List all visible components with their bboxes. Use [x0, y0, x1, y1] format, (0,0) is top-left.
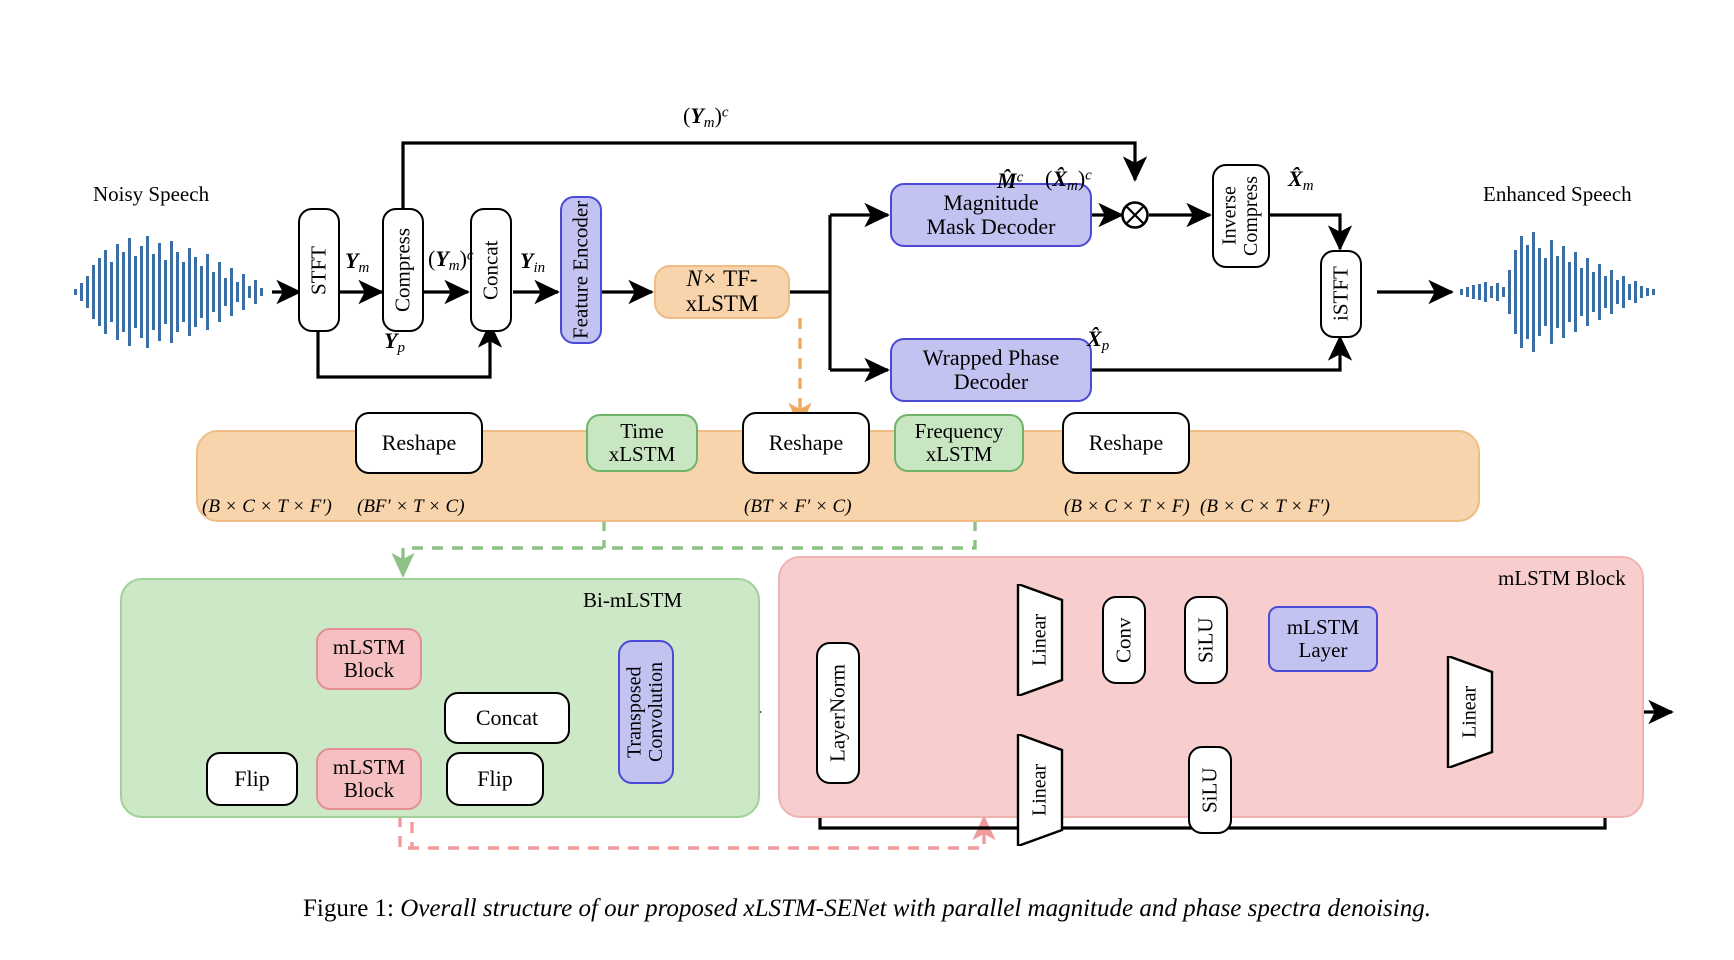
- label-x-hat-p: X̂p: [1087, 326, 1110, 355]
- node-linear-out[interactable]: Linear: [1444, 656, 1496, 768]
- shape-after-reshape-1: (BF′ × T × C): [357, 496, 465, 517]
- node-flip-in[interactable]: Flip: [206, 752, 298, 806]
- node-silu-top[interactable]: SiLU: [1184, 596, 1228, 684]
- shape-after-reshape-3: (B × C × T × F): [1064, 496, 1190, 517]
- label-x-hat-m-c: (X̂m)c: [1045, 166, 1092, 195]
- label-y-m-c: (Ym)c: [428, 246, 474, 275]
- node-stft-label: STFT: [306, 245, 331, 295]
- inverse-compress-label: Inverse Compress: [1218, 176, 1262, 256]
- node-reshape-2-label: Reshape: [768, 430, 844, 456]
- enhanced-speech-waveform: [1460, 232, 1655, 352]
- node-compress-label: Compress: [390, 228, 415, 312]
- node-concat-top-label: Concat: [478, 240, 503, 300]
- node-compress[interactable]: Compress: [382, 208, 424, 332]
- node-inverse-compress[interactable]: Inverse Compress: [1212, 164, 1270, 268]
- node-mlstm-block-bottom[interactable]: mLSTM Block: [316, 748, 422, 810]
- node-flip-out[interactable]: Flip: [446, 752, 544, 806]
- node-concat-top[interactable]: Concat: [470, 208, 512, 332]
- frequency-xlstm-line1: Frequency: [914, 419, 1004, 444]
- mlstm-block-top-line2: Block: [343, 658, 395, 682]
- bi-mlstm-group-title: Bi-mLSTM: [583, 588, 683, 612]
- node-layernorm[interactable]: LayerNorm: [816, 642, 860, 784]
- node-reshape-3-label: Reshape: [1088, 430, 1164, 456]
- node-silu-bottom[interactable]: SiLU: [1188, 746, 1232, 834]
- label-y-p: Yp: [384, 328, 405, 357]
- wrapped-phase-decoder-line1: Wrapped Phase: [922, 345, 1060, 371]
- node-concat-bimlstm[interactable]: Concat: [444, 692, 570, 744]
- node-wrapped-phase-decoder[interactable]: Wrapped Phase Decoder: [890, 338, 1092, 402]
- node-mlstm-layer[interactable]: mLSTM Layer: [1268, 606, 1378, 672]
- tf-xlstm-count: N×: [686, 266, 718, 292]
- label-y-in: Yin: [520, 248, 546, 277]
- figure-caption-text: Overall structure of our proposed xLSTM-…: [400, 895, 1431, 922]
- node-mlstm-block-top[interactable]: mLSTM Block: [316, 628, 422, 690]
- node-linear-top[interactable]: Linear: [1014, 584, 1066, 696]
- mlstm-block-bottom-line1: mLSTM: [332, 755, 406, 780]
- node-frequency-xlstm[interactable]: Frequency xLSTM: [894, 414, 1024, 472]
- node-istft[interactable]: iSTFT: [1320, 250, 1362, 338]
- node-layernorm-label: LayerNorm: [825, 664, 850, 762]
- inverse-compress-line1: Inverse: [1218, 186, 1241, 246]
- multiply-op-top: [1121, 201, 1149, 229]
- noisy-speech-label: Noisy Speech: [93, 182, 210, 206]
- figure-caption-prefix: Figure 1:: [303, 895, 394, 922]
- node-tf-xlstm[interactable]: N× TF-xLSTM: [654, 265, 790, 319]
- mlstm-block-group-title: mLSTM Block: [1498, 566, 1626, 590]
- node-silu-top-label: SiLU: [1193, 617, 1218, 663]
- mlstm-layer-line1: mLSTM: [1286, 615, 1360, 640]
- node-reshape-1-label: Reshape: [381, 430, 457, 456]
- node-stft[interactable]: STFT: [298, 208, 340, 332]
- label-y-m-c-skip: (Ym)c: [683, 103, 729, 132]
- figure-caption: Figure 1: Overall structure of our propo…: [0, 895, 1734, 923]
- enhanced-speech-label: Enhanced Speech: [1483, 182, 1632, 206]
- time-xlstm-line2: xLSTM: [608, 442, 676, 466]
- label-x-hat-m: X̂m: [1288, 166, 1314, 195]
- label-m-hat-c: M̂c: [997, 168, 1024, 193]
- node-feature-encoder[interactable]: Feature Encoder: [560, 196, 602, 344]
- magnitude-mask-decoder-line2: Mask Decoder: [926, 214, 1056, 239]
- noisy-speech-waveform: [74, 236, 263, 348]
- figure-canvas: Bi-mLSTM mLSTM Block Noisy Speech Enhanc…: [0, 0, 1734, 960]
- node-feature-encoder-label: Feature Encoder: [568, 200, 593, 340]
- shape-output: (B × C × T × F′): [1200, 496, 1330, 517]
- node-tf-xlstm-label: N× TF-xLSTM: [656, 266, 788, 317]
- inverse-compress-line2: Compress: [1240, 176, 1262, 256]
- node-transposed-convolution[interactable]: Transposed Convolution: [618, 640, 674, 784]
- node-concat-bimlstm-label: Concat: [475, 705, 539, 731]
- magnitude-mask-decoder-line1: Magnitude: [943, 190, 1039, 216]
- mlstm-block-top-line1: mLSTM: [332, 635, 406, 660]
- mlstm-block-bottom-line2: Block: [343, 778, 395, 802]
- node-linear-bottom[interactable]: Linear: [1014, 734, 1066, 846]
- node-istft-label: iSTFT: [1328, 266, 1353, 322]
- node-linear-top-label: Linear: [1028, 613, 1051, 667]
- node-reshape-3[interactable]: Reshape: [1062, 412, 1190, 474]
- node-linear-out-label: Linear: [1458, 685, 1481, 739]
- transposed-convolution-line1: Transposed: [623, 666, 646, 758]
- time-xlstm-line1: Time: [620, 419, 664, 444]
- node-flip-in-label: Flip: [234, 766, 270, 792]
- transposed-convolution-line2: Convolution: [645, 662, 667, 763]
- node-linear-bottom-label: Linear: [1028, 763, 1051, 817]
- label-y-m: Ym: [345, 248, 370, 277]
- node-reshape-2[interactable]: Reshape: [742, 412, 870, 474]
- node-conv[interactable]: Conv: [1102, 596, 1146, 684]
- frequency-xlstm-line2: xLSTM: [925, 442, 993, 466]
- wrapped-phase-decoder-line2: Decoder: [953, 369, 1029, 394]
- node-flip-out-label: Flip: [477, 766, 513, 792]
- shape-input: (B × C × T × F′): [202, 496, 332, 517]
- mlstm-layer-line2: Layer: [1298, 638, 1348, 662]
- node-time-xlstm[interactable]: Time xLSTM: [586, 414, 698, 472]
- node-reshape-1[interactable]: Reshape: [355, 412, 483, 474]
- transposed-convolution-label: Transposed Convolution: [623, 662, 667, 763]
- shape-after-reshape-2: (BT × F′ × C): [744, 496, 852, 517]
- node-conv-label: Conv: [1111, 617, 1136, 663]
- node-silu-bottom-label: SiLU: [1197, 767, 1222, 813]
